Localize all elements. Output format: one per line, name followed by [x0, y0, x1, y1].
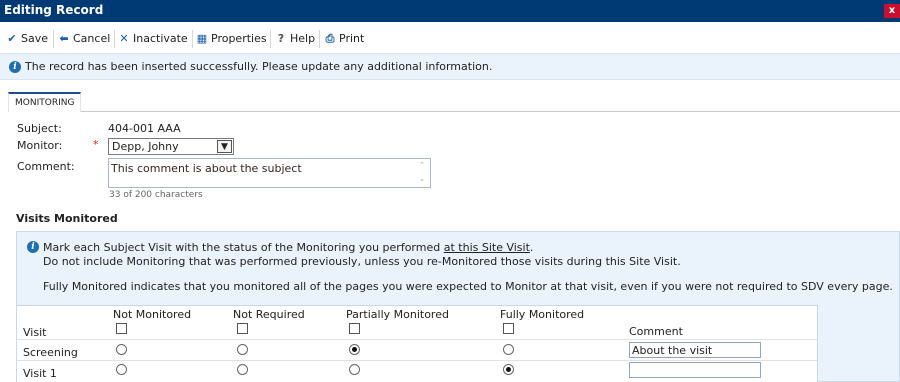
- grid-icon: ▦: [196, 32, 208, 45]
- visit-name: Screening: [23, 346, 78, 359]
- radio-not-monitored[interactable]: [116, 344, 127, 355]
- alert-message: The record has been inserted successfull…: [25, 60, 493, 73]
- visit-name: Visit 1: [23, 367, 57, 380]
- checkmark-icon: ✔: [7, 32, 17, 45]
- tab-monitoring[interactable]: MONITORING: [8, 92, 82, 112]
- select-all-partially-monitored-checkbox[interactable]: [349, 323, 360, 334]
- site-visit-link[interactable]: at this Site Visit: [444, 241, 530, 254]
- cancel-label: Cancel: [73, 32, 111, 45]
- comment-textarea[interactable]: This comment is about the subject ⌃ ⌄: [108, 158, 431, 188]
- save-button[interactable]: ✔ Save: [6, 27, 48, 51]
- print-button[interactable]: ⎙ Print: [324, 27, 365, 51]
- visit-comment-input[interactable]: [629, 362, 761, 378]
- toolbar-divider: [319, 30, 320, 48]
- note-text: Mark each Subject Visit with the status …: [43, 241, 444, 254]
- toolbar-divider: [192, 30, 193, 48]
- note-text: .: [529, 241, 534, 254]
- window-titlebar: Editing Record x: [0, 0, 900, 22]
- radio-not-required[interactable]: [237, 364, 248, 375]
- visits-note-line3: Fully Monitored indicates that you monit…: [43, 280, 893, 293]
- scroll-up-icon[interactable]: ⌃: [417, 161, 427, 169]
- inactivate-button[interactable]: ✕ Inactivate: [118, 27, 188, 51]
- save-label: Save: [21, 32, 49, 45]
- visit-comment-value: About the visit: [632, 344, 713, 357]
- help-label: Help: [290, 32, 316, 45]
- radio-partially-monitored[interactable]: [349, 344, 360, 355]
- select-all-fully-monitored-checkbox[interactable]: [503, 323, 514, 334]
- scroll-down-icon[interactable]: ⌄: [417, 175, 427, 183]
- column-header-not-monitored: Not Monitored: [113, 308, 192, 321]
- radio-fully-monitored[interactable]: [503, 344, 514, 355]
- select-all-not-monitored-checkbox[interactable]: [116, 323, 127, 334]
- inactivate-label: Inactivate: [133, 32, 188, 45]
- column-header-not-required: Not Required: [233, 308, 305, 321]
- properties-label: Properties: [211, 32, 267, 45]
- monitor-selected-value: Depp, Johny: [112, 140, 179, 153]
- close-icon[interactable]: x: [884, 4, 900, 18]
- radio-partially-monitored[interactable]: [349, 364, 360, 375]
- visits-note-line1: Mark each Subject Visit with the status …: [43, 241, 533, 254]
- window-title: Editing Record: [4, 3, 104, 17]
- column-header-comment: Comment: [629, 325, 683, 338]
- visit-comment-input[interactable]: About the visit: [629, 342, 761, 358]
- comment-label: Comment:: [17, 160, 75, 173]
- info-icon: i: [27, 241, 39, 253]
- toolbar: ✔ Save ⬅ Cancel ✕ Inactivate ▦ Properties ? H…: [0, 27, 900, 51]
- question-icon: ?: [277, 32, 285, 45]
- subject-label: Subject:: [17, 122, 62, 135]
- column-header-visit: Visit: [23, 326, 47, 339]
- back-arrow-icon: ⬅: [59, 32, 69, 45]
- comment-text: This comment is about the subject: [111, 162, 302, 175]
- monitor-label: Monitor:: [17, 139, 63, 152]
- radio-fully-monitored[interactable]: [503, 364, 514, 375]
- select-all-not-required-checkbox[interactable]: [237, 323, 248, 334]
- cancel-button[interactable]: ⬅ Cancel: [58, 27, 110, 51]
- column-header-partially-monitored: Partially Monitored: [346, 308, 449, 321]
- toolbar-divider: [114, 30, 115, 48]
- print-label: Print: [339, 32, 365, 45]
- comment-char-count: 33 of 200 characters: [109, 190, 203, 200]
- visits-section-title: Visits Monitored: [16, 212, 118, 225]
- visits-table: Not Monitored Not Required Partially Mon…: [16, 305, 818, 382]
- properties-button[interactable]: ▦ Properties: [196, 27, 267, 51]
- row-divider: [17, 339, 817, 340]
- required-indicator: *: [93, 138, 99, 151]
- success-alert: i The record has been inserted successfu…: [0, 53, 900, 80]
- toolbar-divider: [270, 30, 271, 48]
- chevron-down-icon: ▼: [217, 140, 232, 153]
- help-button[interactable]: ? Help: [275, 27, 315, 51]
- tab-strip-divider: [8, 111, 900, 112]
- radio-not-required[interactable]: [237, 344, 248, 355]
- column-header-fully-monitored: Fully Monitored: [500, 308, 585, 321]
- info-icon: i: [9, 61, 21, 73]
- radio-not-monitored[interactable]: [116, 364, 127, 375]
- printer-icon: ⎙: [325, 32, 335, 45]
- subject-value: 404-001 AAA: [108, 122, 181, 135]
- monitor-select[interactable]: Depp, Johny ▼: [108, 138, 234, 155]
- toolbar-divider: [53, 30, 54, 48]
- row-divider: [17, 360, 817, 361]
- visits-note-line2: Do not include Monitoring that was perfo…: [43, 255, 681, 268]
- x-icon: ✕: [119, 32, 129, 45]
